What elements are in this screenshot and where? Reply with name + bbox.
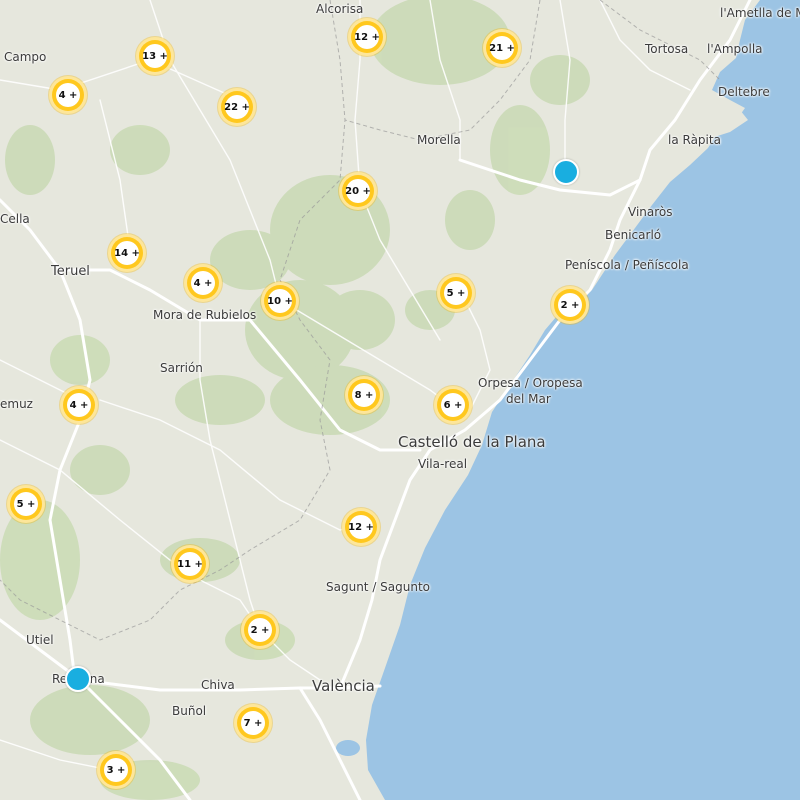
cluster-marker[interactable]: 3 + [97,751,135,789]
base-map [0,0,800,800]
cluster-marker[interactable]: 11 + [171,545,209,583]
cluster-count-label: 8 + [352,383,376,407]
cluster-marker[interactable]: 12 + [342,508,380,546]
cluster-count-label: 2 + [248,618,272,642]
cluster-marker[interactable]: 2 + [551,286,589,324]
cluster-marker[interactable]: 4 + [60,386,98,424]
cluster-marker[interactable]: 22 + [218,88,256,126]
cluster-count-label: 12 + [354,25,380,49]
cluster-marker[interactable]: 14 + [108,234,146,272]
cluster-marker[interactable]: 20 + [339,172,377,210]
cluster-marker[interactable]: 5 + [7,485,45,523]
cluster-count-label: 3 + [104,758,128,782]
cluster-marker[interactable]: 4 + [49,76,87,114]
cluster-count-label: 2 + [558,293,582,317]
cluster-count-label: 7 + [241,711,265,735]
location-marker-icon[interactable] [553,159,579,185]
cluster-count-label: 4 + [56,83,80,107]
cluster-marker[interactable]: 21 + [483,29,521,67]
cluster-marker[interactable]: 6 + [434,386,472,424]
cluster-count-label: 4 + [191,271,215,295]
cluster-count-label: 14 + [114,241,140,265]
cluster-count-label: 22 + [224,95,250,119]
cluster-marker[interactable]: 8 + [345,376,383,414]
map-view[interactable]: Alcorisal'Ametlla de MarCampoTortosal'Am… [0,0,800,800]
cluster-count-label: 11 + [177,552,203,576]
cluster-count-label: 20 + [345,179,371,203]
cluster-marker[interactable]: 10 + [261,282,299,320]
cluster-count-label: 4 + [67,393,91,417]
cluster-count-label: 13 + [142,44,168,68]
cluster-marker[interactable]: 13 + [136,37,174,75]
cluster-count-label: 12 + [348,515,374,539]
cluster-count-label: 5 + [14,492,38,516]
cluster-marker[interactable]: 7 + [234,704,272,742]
cluster-marker[interactable]: 2 + [241,611,279,649]
cluster-marker[interactable]: 5 + [437,274,475,312]
cluster-count-label: 6 + [441,393,465,417]
location-marker-icon[interactable] [65,666,91,692]
cluster-marker[interactable]: 12 + [348,18,386,56]
cluster-count-label: 21 + [489,36,515,60]
cluster-count-label: 5 + [444,281,468,305]
cluster-marker[interactable]: 4 + [184,264,222,302]
cluster-count-label: 10 + [267,289,293,313]
